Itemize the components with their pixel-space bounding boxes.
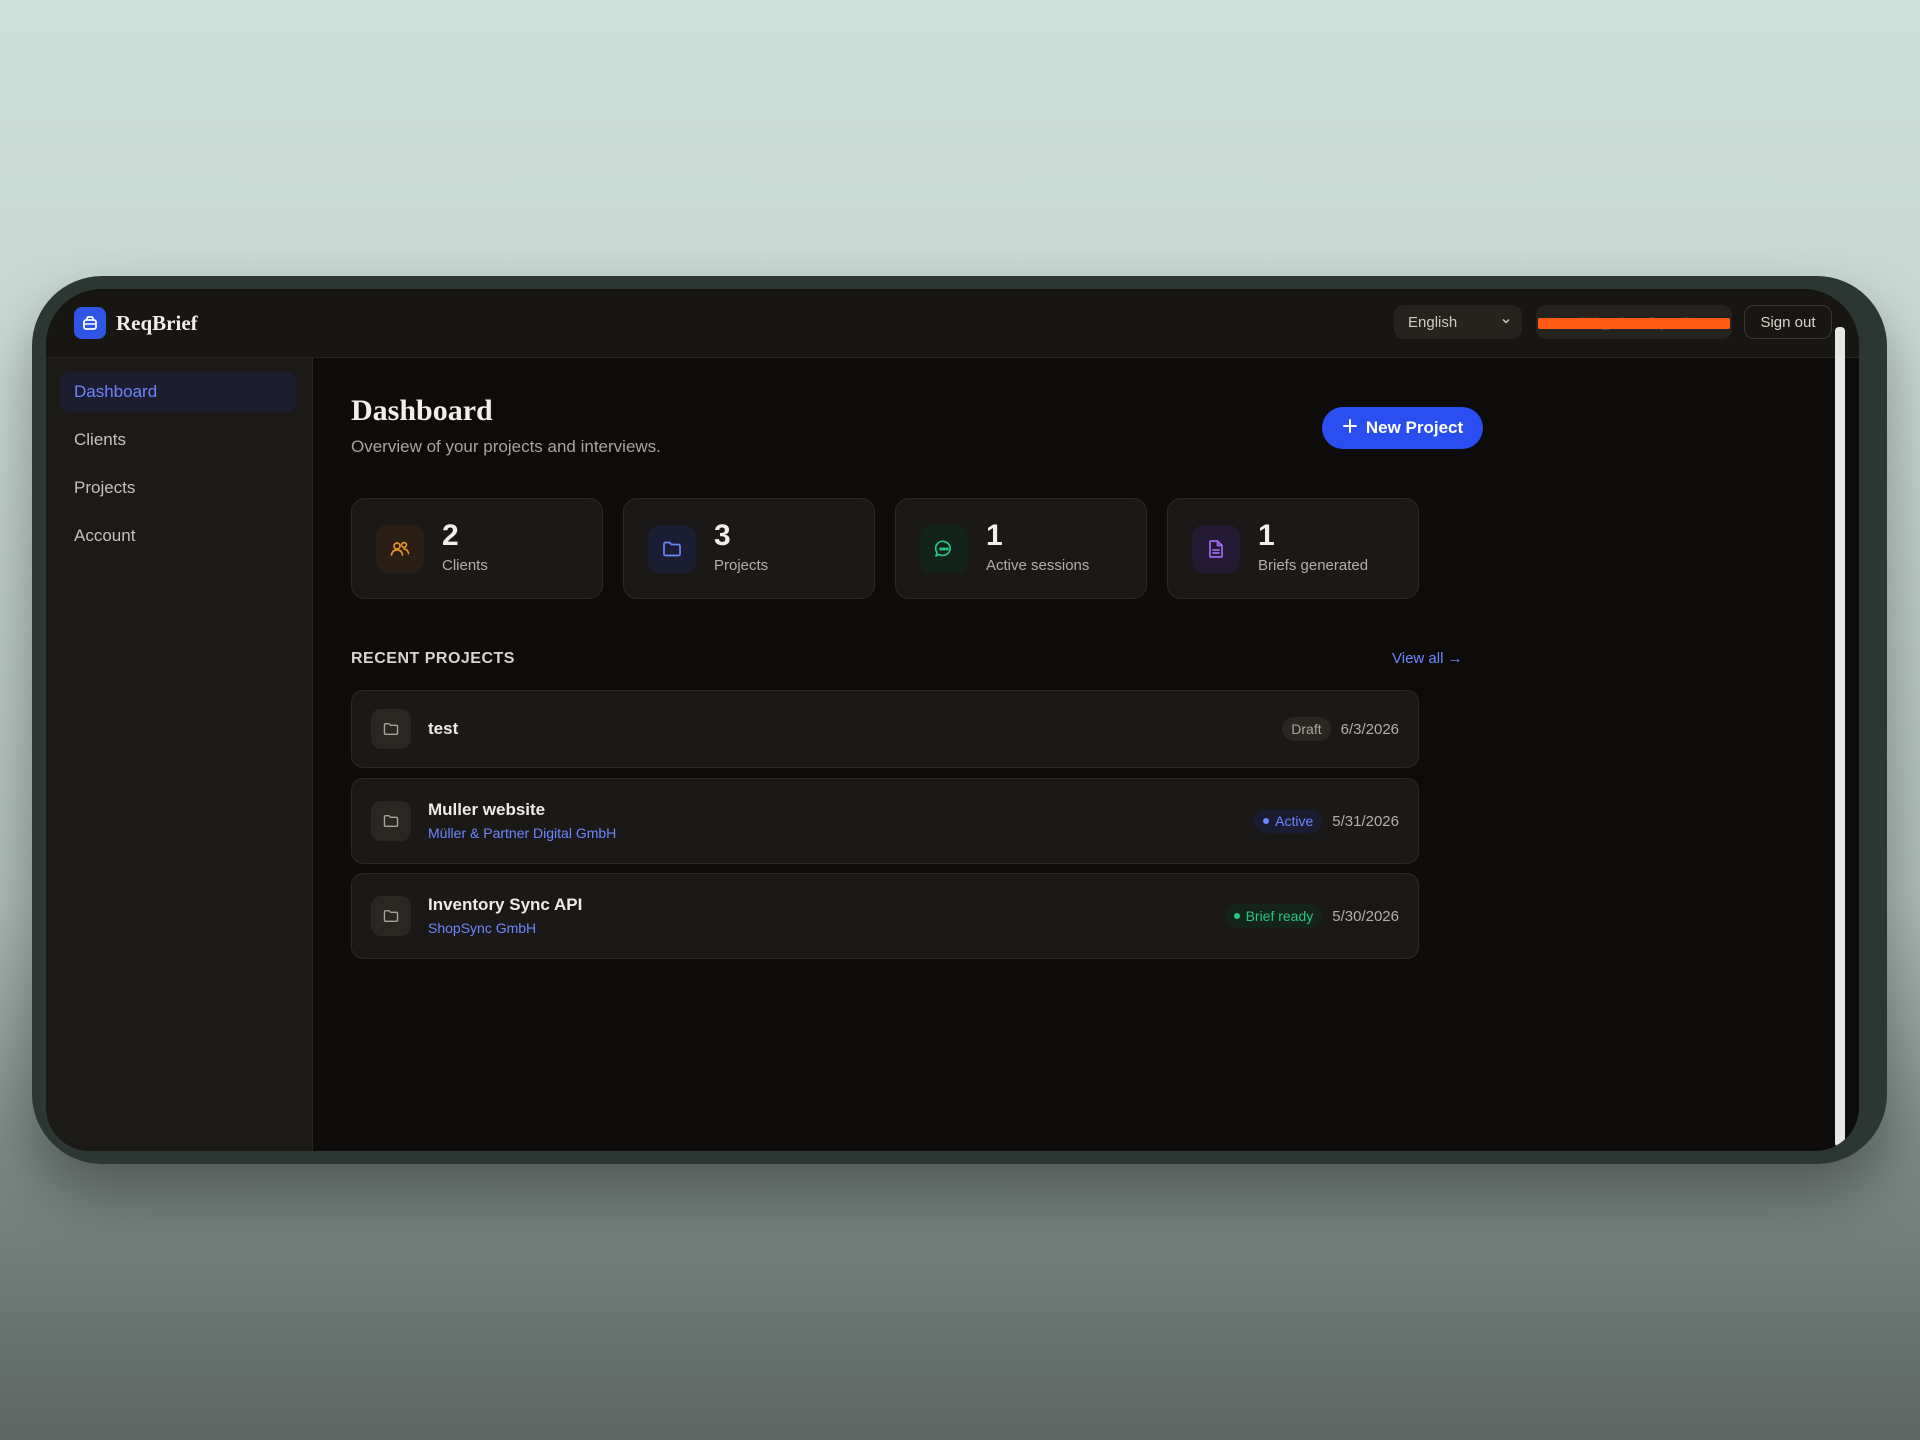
status-dot-icon	[1233, 913, 1240, 919]
stat-card-briefs-generated[interactable]: 1 Briefs generated	[1167, 498, 1419, 599]
stats-grid: 2 Clients 3 Projects 1 Active sessions 1…	[351, 498, 1419, 599]
status-badge: Brief ready	[1224, 904, 1323, 928]
stat-label: Briefs generated	[1258, 557, 1369, 574]
folder-icon	[371, 896, 411, 936]
stat-label: Projects	[714, 557, 769, 574]
project-name: test	[428, 719, 459, 738]
brand-name: ReqBrief	[116, 310, 198, 335]
folder-icon	[371, 709, 411, 749]
project-row[interactable]: Inventory Sync API ShopSync GmbH Brief r…	[351, 873, 1419, 959]
sidebar-item-account[interactable]: Account	[60, 516, 296, 556]
device-frame: ReqBrief English dawodd.h_eric99@gmail.c…	[32, 276, 1887, 1164]
top-bar: ReqBrief English dawodd.h_eric99@gmail.c…	[46, 289, 1859, 358]
project-meta: Brief ready 5/30/2026	[1224, 904, 1399, 928]
scrollbar[interactable]	[1835, 327, 1845, 1147]
project-client-link[interactable]: ShopSync GmbH	[428, 920, 536, 936]
stat-card-clients[interactable]: 2 Clients	[351, 498, 603, 599]
stat-card-projects[interactable]: 3 Projects	[623, 498, 875, 599]
chat-bubble-icon	[920, 525, 968, 573]
main-content: Dashboard Overview of your projects and …	[312, 358, 1859, 1151]
language-select-value: English	[1408, 313, 1458, 331]
status-badge: Draft	[1282, 717, 1331, 741]
stat-label: Active sessions	[986, 557, 1090, 574]
new-project-button[interactable]: New Project	[1322, 407, 1483, 449]
stat-value: 1	[1258, 519, 1275, 552]
folder-icon	[371, 801, 411, 841]
project-client-link[interactable]: Müller & Partner Digital GmbH	[428, 825, 616, 841]
project-name: Muller website	[428, 800, 546, 819]
recent-projects-heading: RECENT PROJECTS	[351, 650, 515, 667]
reqbrief-logo-icon	[74, 307, 106, 339]
view-all-link[interactable]: View all →	[1392, 650, 1463, 667]
plus-icon	[1342, 418, 1358, 439]
page-subtitle: Overview of your projects and interviews…	[351, 437, 661, 456]
new-project-label: New Project	[1365, 418, 1464, 437]
project-row[interactable]: Muller website Müller & Partner Digital …	[351, 778, 1419, 864]
sidebar-nav: Dashboard Clients Projects Account	[60, 372, 296, 564]
status-badge: Active	[1254, 809, 1323, 833]
sidebar: Dashboard Clients Projects Account	[46, 358, 313, 1151]
sidebar-item-dashboard[interactable]: Dashboard	[60, 372, 296, 412]
stat-card-active-sessions[interactable]: 1 Active sessions	[895, 498, 1147, 599]
document-icon	[1192, 525, 1240, 573]
project-name: Inventory Sync API	[428, 895, 583, 914]
page-title: Dashboard	[351, 394, 493, 427]
stat-value: 2	[442, 519, 459, 552]
stat-value: 1	[986, 519, 1003, 552]
language-select[interactable]: English	[1394, 305, 1522, 339]
status-label: Brief ready	[1245, 908, 1314, 924]
folder-icon	[648, 525, 696, 573]
status-dot-icon	[1263, 818, 1270, 824]
app-screen: ReqBrief English dawodd.h_eric99@gmail.c…	[46, 289, 1859, 1151]
project-meta: Draft 6/3/2026	[1282, 717, 1399, 741]
sign-out-button[interactable]: Sign out	[1744, 305, 1832, 339]
brand[interactable]: ReqBrief	[74, 307, 198, 339]
status-label: Active	[1275, 813, 1314, 829]
email-redaction-bar	[1538, 318, 1730, 329]
sidebar-item-projects[interactable]: Projects	[60, 468, 296, 508]
stat-value: 3	[714, 519, 731, 552]
sidebar-item-clients[interactable]: Clients	[60, 420, 296, 460]
project-date: 5/30/2026	[1332, 907, 1399, 925]
project-meta: Active 5/31/2026	[1254, 809, 1399, 833]
project-date: 5/31/2026	[1332, 812, 1399, 830]
stat-label: Clients	[442, 557, 488, 574]
user-email: dawodd.h_eric99@gmail.com	[1536, 305, 1732, 339]
users-icon	[376, 525, 424, 573]
status-label: Draft	[1291, 721, 1322, 737]
chevron-down-icon	[1500, 314, 1512, 331]
project-row[interactable]: test Draft 6/3/2026	[351, 690, 1419, 768]
project-date: 6/3/2026	[1340, 720, 1399, 738]
